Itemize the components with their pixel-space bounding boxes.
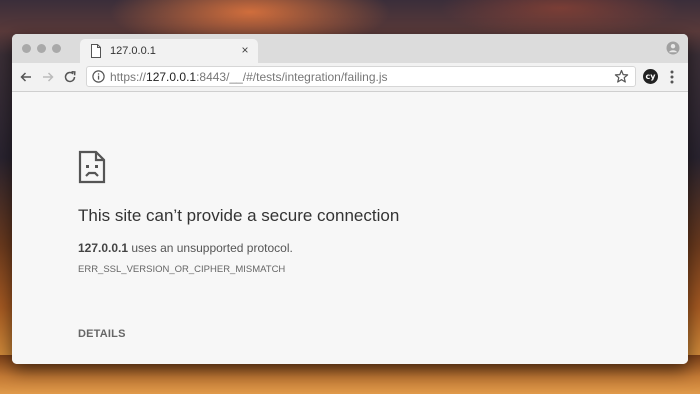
tab-title: 127.0.0.1 [110,45,156,57]
url-host: 127.0.0.1 [146,70,197,84]
toolbar: https://127.0.0.1:8443/__/#/tests/integr… [12,63,688,92]
url-text: https://127.0.0.1:8443/__/#/tests/integr… [110,70,388,84]
error-page: This site can’t provide a secure connect… [12,92,688,364]
star-icon[interactable] [614,69,629,84]
details-button[interactable]: DETAILS [78,328,126,340]
minimize-window-button[interactable] [37,44,46,53]
error-heading: This site can’t provide a secure connect… [78,206,400,225]
zoom-window-button[interactable] [52,44,61,53]
title-bar: 127.0.0.1 × [12,34,688,63]
error-message: 127.0.0.1 uses an unsupported protocol. [78,241,293,255]
tab-close-button[interactable]: × [238,43,252,57]
tab-active[interactable]: 127.0.0.1 × [80,39,258,63]
address-bar[interactable]: https://127.0.0.1:8443/__/#/tests/integr… [86,66,636,87]
menu-icon[interactable] [667,68,677,86]
profile-icon[interactable] [666,41,680,55]
info-icon[interactable] [92,70,105,83]
browser-window: 127.0.0.1 × https://127.0.0.1:8443/__/#/… [12,34,688,364]
reload-icon[interactable] [62,69,78,85]
cypress-extension-icon[interactable]: cy [643,69,658,84]
error-code: ERR_SSL_VERSION_OR_CIPHER_MISMATCH [78,264,286,275]
error-message-host: 127.0.0.1 [78,241,129,255]
close-window-button[interactable] [22,44,31,53]
sad-document-icon [78,150,106,184]
url-scheme: https:// [110,70,147,84]
url-path: :8443/__/#/tests/integration/failing.js [196,70,388,84]
document-icon [90,44,102,58]
forward-arrow-icon[interactable] [40,69,56,85]
back-arrow-icon[interactable] [18,69,34,85]
error-message-text: uses an unsupported protocol. [128,241,293,255]
